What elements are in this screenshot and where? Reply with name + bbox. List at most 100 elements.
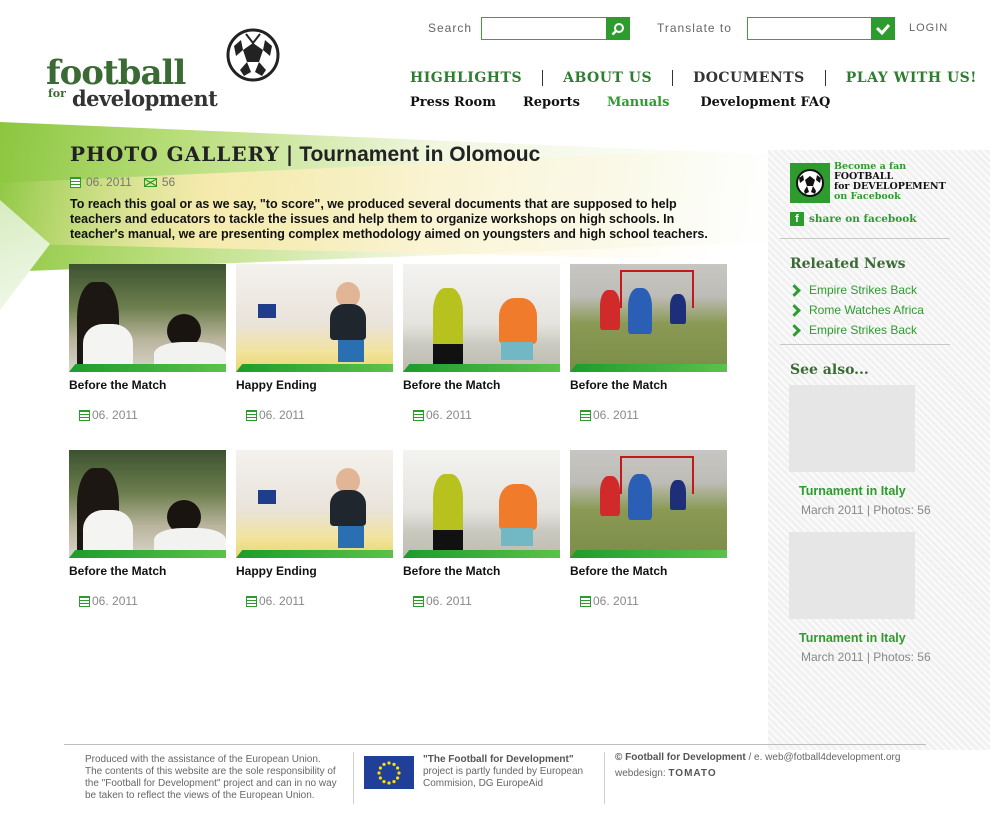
subnav-development-faq[interactable]: Development FAQ xyxy=(700,95,830,110)
contact-email-link[interactable]: / e. web@fotball4development.org xyxy=(746,752,900,763)
photo-accent-strip xyxy=(236,550,393,558)
photo-caption[interactable]: Before the Match xyxy=(403,379,553,402)
see-also-item[interactable]: Turnament in Italy March 2011 | Photos: … xyxy=(789,385,949,517)
footer-credits: © Football for Development / e. web@fotb… xyxy=(615,752,935,780)
sub-navigation: Press Room Reports Manuals Development F… xyxy=(410,95,830,110)
nav-highlights[interactable]: HIGHLIGHTS xyxy=(410,70,522,86)
list-item[interactable]: Empire Strikes Back xyxy=(788,320,924,340)
photo-accent-strip xyxy=(403,550,560,558)
photo-date-text: 06. 2011 xyxy=(593,408,639,422)
see-also-meta: March 2011 | Photos: 56 xyxy=(801,650,931,664)
photo-accent-strip xyxy=(69,550,226,558)
gallery-item[interactable]: Before the Match 06. 2011 xyxy=(570,450,727,608)
photo-caption[interactable]: Before the Match xyxy=(570,379,720,402)
gallery-item[interactable]: Happy Ending 06. 2011 xyxy=(236,264,393,422)
photo-date-text: 06. 2011 xyxy=(426,594,472,608)
gallery-photo[interactable] xyxy=(403,264,560,372)
see-also-title[interactable]: Turnament in Italy xyxy=(799,631,949,645)
photo-date: 06. 2011 xyxy=(403,594,560,608)
webdesign-link[interactable]: TOMATO xyxy=(668,768,716,779)
search-icon xyxy=(611,22,624,35)
share-on-facebook-label: share on facebook xyxy=(809,213,917,225)
gallery-photo[interactable] xyxy=(69,264,226,372)
gallery-item[interactable]: Happy Ending 06. 2011 xyxy=(236,450,393,608)
funding-text: project is partly funded by European Com… xyxy=(423,766,584,789)
photo-date: 06. 2011 xyxy=(69,408,226,422)
calendar-icon xyxy=(79,409,90,421)
photo-date: 06. 2011 xyxy=(570,408,727,422)
nav-separator xyxy=(542,70,544,86)
gallery-photo[interactable] xyxy=(570,450,727,558)
news-link[interactable]: Empire Strikes Back xyxy=(809,323,917,337)
nav-about-us[interactable]: ABOUT US xyxy=(563,70,652,86)
nav-documents[interactable]: DOCUMENTS xyxy=(693,70,805,86)
facebook-fan-logo xyxy=(790,163,830,203)
webdesign-label: webdesign: xyxy=(615,768,666,779)
gallery-item[interactable]: Before the Match 06. 2011 xyxy=(69,264,226,422)
eu-disclaimer: Produced with the assistance of the Euro… xyxy=(85,754,337,801)
see-also-item[interactable]: Turnament in Italy March 2011 | Photos: … xyxy=(789,532,949,664)
facebook-fan-text: Become a fan FOOTBALL for DEVELOPEMENT o… xyxy=(834,162,954,202)
see-also-title[interactable]: Turnament in Italy xyxy=(799,484,949,498)
checkmark-icon xyxy=(875,23,891,35)
list-item[interactable]: Rome Watches Africa xyxy=(788,300,924,320)
translate-select[interactable] xyxy=(747,17,873,40)
photo-caption[interactable]: Before the Match xyxy=(403,565,553,588)
login-link[interactable]: LOGIN xyxy=(909,22,948,34)
subnav-reports[interactable]: Reports xyxy=(523,95,580,110)
gallery-item[interactable]: Before the Match 06. 2011 xyxy=(69,450,226,608)
gallery-photo[interactable] xyxy=(570,264,727,372)
see-also-thumbnail[interactable] xyxy=(789,385,915,472)
photo-date-text: 06. 2011 xyxy=(593,594,639,608)
copyright: © Football for Development xyxy=(615,752,746,763)
photo-date-text: 06. 2011 xyxy=(259,594,305,608)
photo-date: 06. 2011 xyxy=(403,408,560,422)
eu-flag-icon xyxy=(364,756,414,789)
translate-dropdown-button[interactable] xyxy=(871,17,895,40)
calendar-icon xyxy=(246,595,257,607)
share-on-facebook-link[interactable]: f share on facebook xyxy=(790,212,917,226)
chevron-right-icon xyxy=(788,283,801,297)
photo-caption[interactable]: Before the Match xyxy=(69,565,219,588)
see-also-thumbnail[interactable] xyxy=(789,532,915,619)
calendar-icon xyxy=(79,595,90,607)
funding-note: "The Football for Development" project i… xyxy=(423,754,603,790)
gallery-intro: To reach this goal or as we say, "to sco… xyxy=(70,197,708,241)
gallery-item[interactable]: Before the Match 06. 2011 xyxy=(403,450,560,608)
search-input[interactable] xyxy=(481,17,609,40)
gallery-item[interactable]: Before the Match 06. 2011 xyxy=(570,264,727,422)
gallery-photo[interactable] xyxy=(69,450,226,558)
subnav-press-room[interactable]: Press Room xyxy=(410,95,496,110)
photo-caption[interactable]: Happy Ending xyxy=(236,565,386,588)
related-news-list: Empire Strikes Back Rome Watches Africa … xyxy=(788,280,924,340)
search-label: Search xyxy=(428,21,473,35)
calendar-icon xyxy=(580,595,591,607)
gallery-photo[interactable] xyxy=(403,450,560,558)
news-link[interactable]: Rome Watches Africa xyxy=(809,303,924,317)
eu-stars-icon xyxy=(377,760,401,785)
football-icon xyxy=(226,28,280,82)
nav-play-with-us[interactable]: PLAY WITH US! xyxy=(846,70,977,86)
photo-caption[interactable]: Before the Match xyxy=(69,379,219,402)
subnav-manuals[interactable]: Manuals xyxy=(607,95,669,110)
photo-accent-strip xyxy=(403,364,560,372)
list-item[interactable]: Empire Strikes Back xyxy=(788,280,924,300)
gallery-photo[interactable] xyxy=(236,264,393,372)
photo-caption[interactable]: Happy Ending xyxy=(236,379,386,402)
gallery-photo[interactable] xyxy=(236,450,393,558)
gallery-title: Tournament in Olomouc xyxy=(299,143,541,166)
site-logo[interactable]: football for development xyxy=(46,28,286,118)
title-separator: | xyxy=(285,142,294,166)
gallery-item[interactable]: Before the Match 06. 2011 xyxy=(403,264,560,422)
search-button[interactable] xyxy=(606,17,630,40)
footer-separator xyxy=(353,752,354,804)
news-link[interactable]: Empire Strikes Back xyxy=(809,283,917,297)
photo-caption[interactable]: Before the Match xyxy=(570,565,720,588)
photo-accent-strip xyxy=(236,364,393,372)
footer-separator xyxy=(604,752,605,804)
chevron-right-icon xyxy=(788,323,801,337)
photo-date: 06. 2011 xyxy=(236,594,393,608)
facebook-fan-box[interactable]: Become a fan FOOTBALL for DEVELOPEMENT o… xyxy=(780,160,950,206)
fb-line-4: on Facebook xyxy=(834,191,901,202)
nav-separator xyxy=(672,70,674,86)
